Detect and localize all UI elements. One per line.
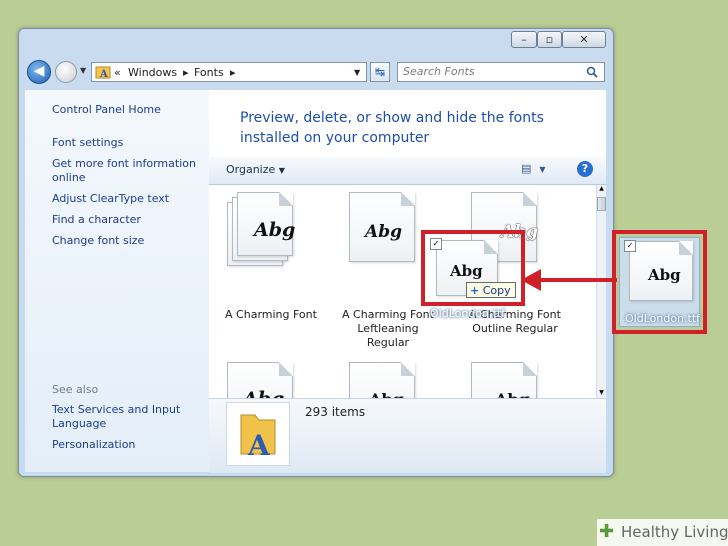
organize-button[interactable]: Organize ▼ [226, 163, 285, 176]
font-preview-glyph: Abg [369, 390, 404, 398]
folder-icon: A [95, 64, 111, 82]
font-item[interactable]: Abg [227, 362, 297, 398]
font-preview-glyph: Abg [648, 266, 681, 284]
adjust-cleartype-link[interactable]: Adjust ClearType text [52, 192, 169, 206]
source-file-highlight: Abg ✓ OldLondon.ttf [612, 230, 707, 334]
drop-target-highlight [421, 230, 525, 306]
control-panel-home-link[interactable]: Control Panel Home [52, 103, 161, 117]
font-preview-glyph: Abg [365, 222, 402, 242]
font-item-label: A Charming Font [225, 308, 317, 321]
red-arrow-icon [521, 269, 617, 291]
help-icon[interactable]: ? [577, 161, 593, 177]
change-view-button[interactable]: ▤ ▼ [521, 162, 546, 175]
plus-logo-icon: ✚ [599, 521, 615, 542]
checkbox-icon[interactable]: ✓ [624, 240, 636, 252]
search-input[interactable] [403, 65, 578, 78]
scroll-down-icon[interactable]: ▼ [597, 389, 606, 398]
minimize-button[interactable]: – [511, 31, 537, 48]
font-settings-link[interactable]: Font settings [52, 136, 123, 150]
chevron-right-icon: ▸ [183, 66, 189, 79]
font-item-label: A Charming Font Leftleaning Regular [342, 308, 434, 349]
font-preview-glyph: Abg [254, 219, 296, 241]
chevron-right-icon: ▸ [230, 66, 236, 79]
find-character-link[interactable]: Find a character [52, 213, 141, 227]
item-count: 293 items [305, 405, 366, 419]
change-font-size-link[interactable]: Change font size [52, 234, 144, 248]
close-button[interactable]: ✕ [562, 31, 606, 48]
see-also-heading: See also [52, 383, 99, 396]
task-pane: Control Panel Home Font settings Get mor… [25, 90, 209, 472]
svg-text:A: A [247, 429, 271, 462]
scrollbar-thumb[interactable] [597, 197, 606, 211]
address-segment-windows[interactable]: Windows [128, 66, 177, 79]
svg-text:A: A [99, 69, 108, 79]
personalization-link[interactable]: Personalization [52, 438, 135, 452]
source-file-name[interactable]: OldLondon.ttf [625, 312, 700, 325]
font-item[interactable]: Abg [349, 362, 419, 398]
fonts-content-pane: Preview, delete, or show and hide the fo… [209, 90, 606, 398]
font-item[interactable]: Abg [471, 362, 541, 398]
address-segment-fonts[interactable]: Fonts [194, 66, 224, 79]
search-box[interactable] [397, 62, 605, 82]
address-bar[interactable]: A « Windows ▸ Fonts ▸ ▼ [91, 62, 367, 82]
brand-watermark: ✚ Healthy Living [597, 519, 728, 546]
brand-name: Healthy Living [621, 523, 728, 541]
address-separator: « [114, 66, 121, 79]
search-icon[interactable] [586, 66, 598, 78]
organize-label: Organize [226, 163, 276, 176]
font-preview-glyph: Abg [495, 390, 530, 398]
chevron-down-icon: ▼ [278, 166, 285, 175]
page-heading: Preview, delete, or show and hide the fo… [240, 110, 544, 146]
view-icon: ▤ [521, 162, 532, 175]
fonts-folder-icon: A [226, 402, 290, 466]
maximize-button[interactable]: ▫ [537, 31, 562, 48]
dragged-file-name: OldLondon.ttf [430, 307, 506, 320]
chevron-down-icon: ▼ [539, 165, 546, 174]
font-item-leftleaning[interactable]: Abg [349, 192, 419, 262]
forward-button[interactable] [55, 61, 77, 83]
font-item-a-charming-font[interactable]: Abg [227, 192, 297, 266]
details-pane: A 293 items [209, 398, 606, 473]
history-dropdown-icon[interactable]: ▼ [80, 66, 86, 75]
back-button[interactable]: ◀ [27, 60, 51, 84]
scroll-up-icon[interactable]: ▲ [597, 185, 606, 194]
command-bar: Organize ▼ ▤ ▼ ? [209, 157, 606, 185]
get-more-font-info-link[interactable]: Get more font information online [52, 157, 202, 185]
address-dropdown-icon[interactable]: ▼ [354, 68, 360, 77]
font-preview-glyph: Abg [243, 388, 284, 398]
text-services-link[interactable]: Text Services and Input Language [52, 403, 202, 431]
refresh-button[interactable]: ↹ [370, 62, 390, 82]
